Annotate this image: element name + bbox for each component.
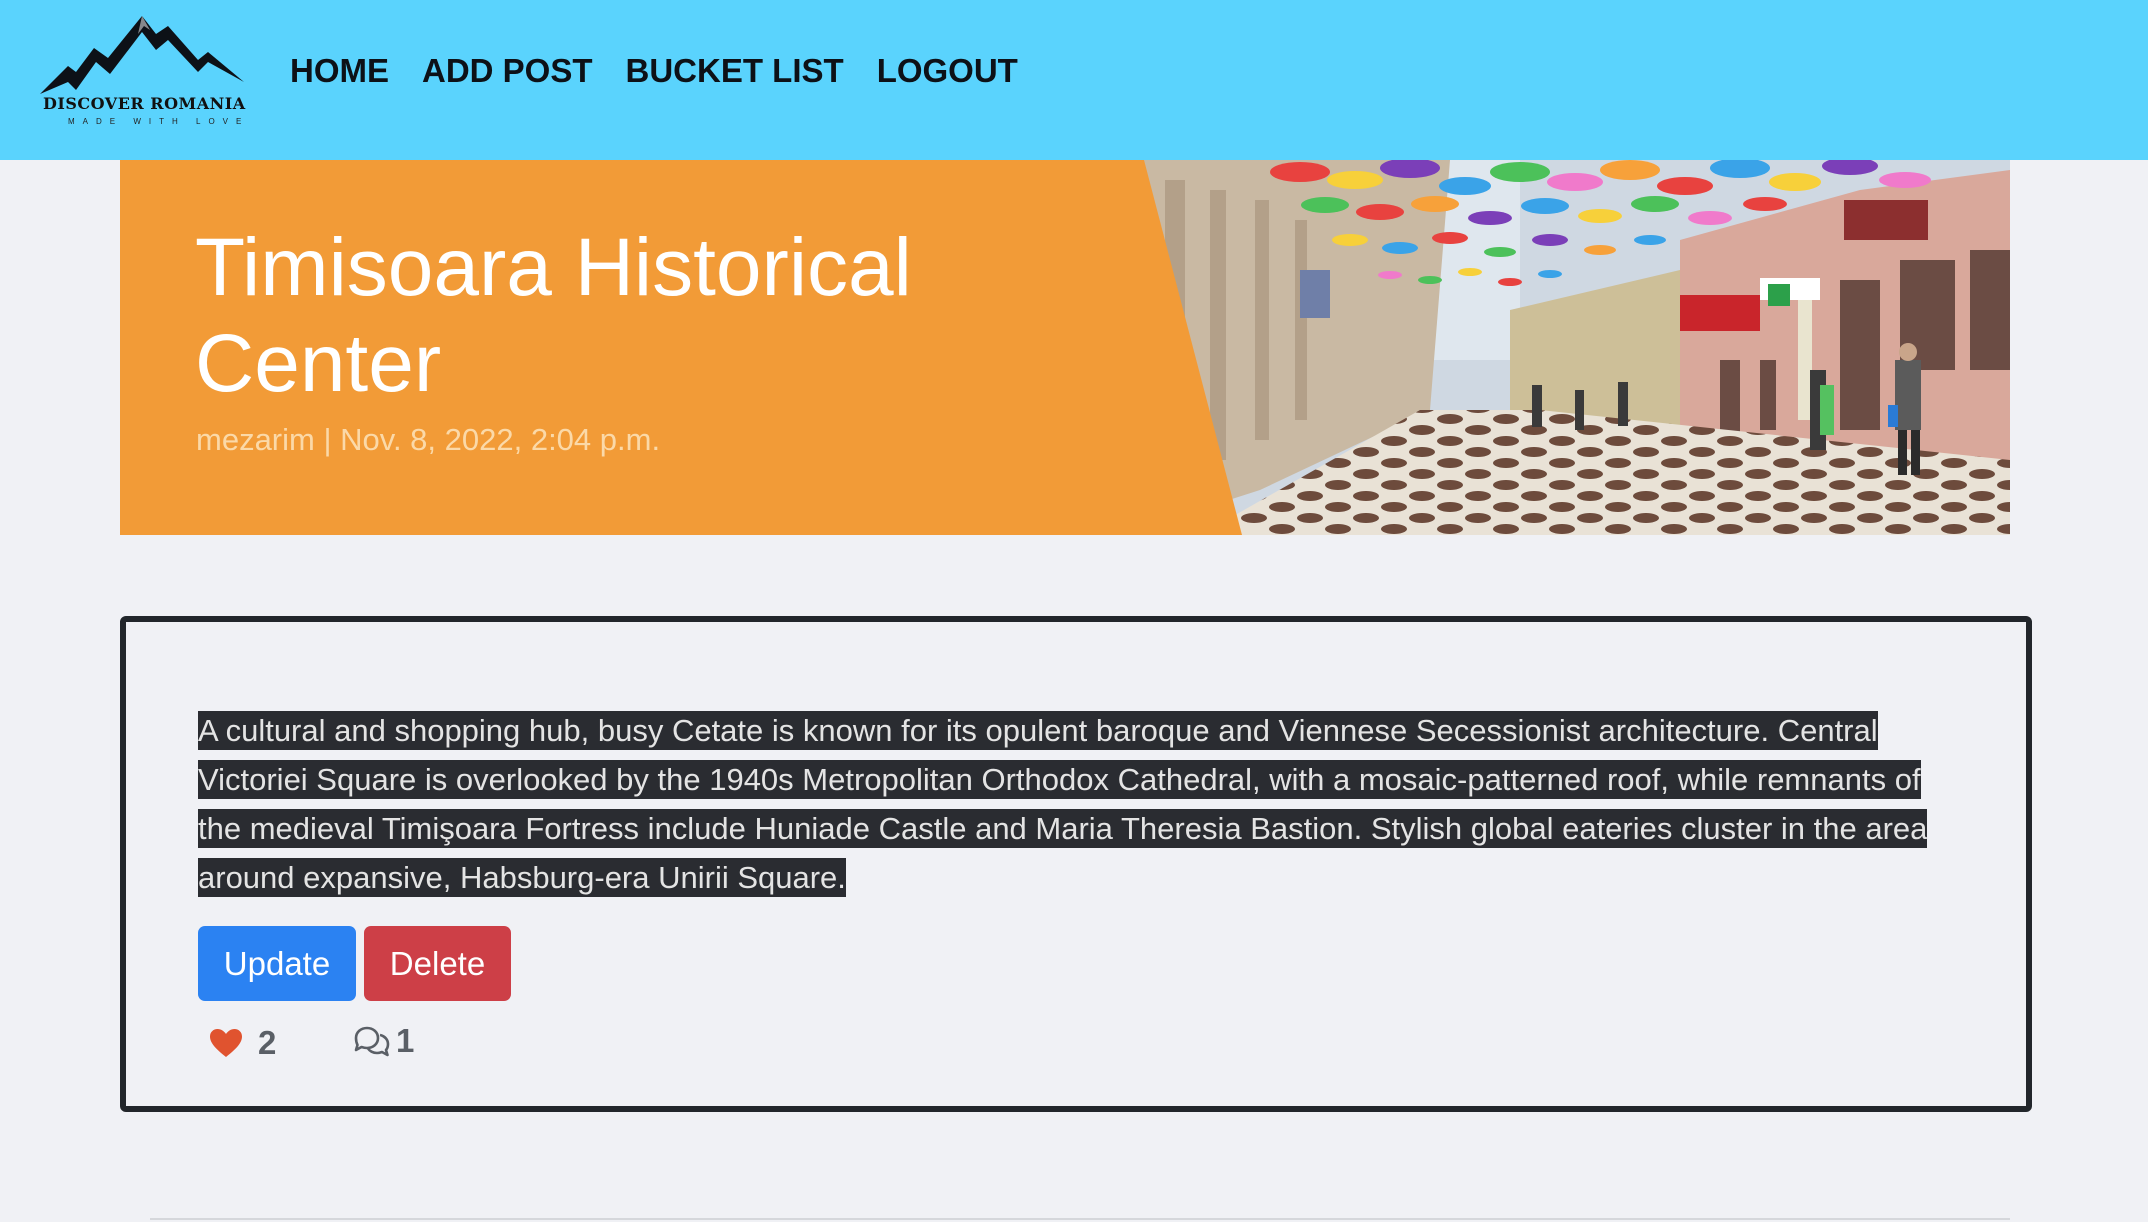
nav-logout[interactable]: LOGOUT <box>877 52 1018 90</box>
post-card: A cultural and shopping hub, busy Cetate… <box>120 616 2032 1112</box>
post-body[interactable]: A cultural and shopping hub, busy Cetate… <box>198 706 1968 902</box>
brand-name: DISCOVER ROMANIA <box>43 94 246 113</box>
post-hero: Timisoara Historical Center mezarim | No… <box>120 160 2010 535</box>
nav-home[interactable]: HOME <box>290 52 389 90</box>
main-nav: HOME ADD POST BUCKET LIST LOGOUT <box>290 52 1018 90</box>
comments-control[interactable]: 1 <box>352 1022 414 1060</box>
brand-logo[interactable]: DISCOVER ROMANIA MADE WITH LOVE <box>38 10 248 130</box>
post-body-text: A cultural and shopping hub, busy Cetate… <box>198 711 1928 897</box>
divider <box>150 1218 2010 1220</box>
comments-count: 1 <box>396 1022 415 1059</box>
comments-icon[interactable] <box>352 1024 392 1058</box>
brand-tagline: MADE WITH LOVE <box>68 117 250 126</box>
update-button[interactable]: Update <box>198 926 356 1001</box>
nav-bucket-list[interactable]: BUCKET LIST <box>626 52 844 90</box>
nav-add-post[interactable]: ADD POST <box>422 52 593 90</box>
post-title: Timisoara Historical Center <box>195 222 912 409</box>
mountains-icon <box>40 16 244 94</box>
likes-count: 2 <box>258 1024 277 1061</box>
like-control[interactable]: 2 <box>208 1024 276 1062</box>
navbar: DISCOVER ROMANIA MADE WITH LOVE HOME ADD… <box>0 0 2148 160</box>
post-meta: mezarim | Nov. 8, 2022, 2:04 p.m. <box>196 422 661 457</box>
delete-button[interactable]: Delete <box>364 926 511 1001</box>
heart-icon[interactable] <box>208 1027 244 1059</box>
